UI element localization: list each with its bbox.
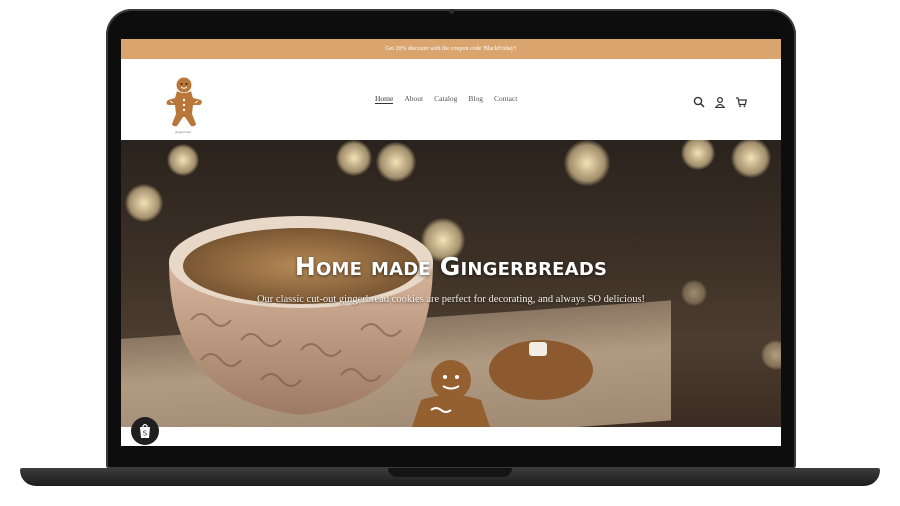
nav-about[interactable]: About — [404, 94, 423, 104]
hero-subtitle: Our classic cut-out gingerbread cookies … — [256, 294, 646, 305]
tea-cup-image — [169, 216, 433, 415]
announcement-text: Get 20% discount with the coupon code 'B… — [385, 46, 517, 52]
laptop-notch — [388, 468, 512, 477]
bokeh-light — [761, 340, 781, 370]
logo-caption: gingerbread — [175, 130, 192, 134]
bokeh-light — [681, 280, 707, 306]
hero-banner: Home made Gingerbreads Our classic cut-o… — [121, 140, 781, 427]
account-icon[interactable] — [714, 93, 726, 109]
svg-text:S: S — [143, 430, 148, 438]
bokeh-light — [564, 140, 610, 186]
page-continuation — [121, 427, 781, 446]
nav-contact[interactable]: Contact — [494, 94, 517, 104]
bokeh-light — [376, 142, 416, 182]
shopify-bag-icon[interactable]: S — [131, 417, 159, 445]
gingerbread-cookie-image — [412, 340, 593, 427]
bokeh-light — [731, 140, 771, 178]
bokeh-light — [167, 144, 199, 176]
nav-home[interactable]: Home — [375, 94, 394, 104]
site-header: gingerbread Home About Catalog Blog Cont… — [121, 59, 781, 140]
nav-blog[interactable]: Blog — [468, 94, 483, 104]
bokeh-light — [336, 140, 372, 176]
bokeh-light — [125, 184, 163, 222]
main-nav: Home About Catalog Blog Contact — [375, 94, 517, 104]
search-icon[interactable] — [693, 93, 705, 108]
nav-catalog[interactable]: Catalog — [434, 94, 457, 104]
announcement-bar: Get 20% discount with the coupon code 'B… — [121, 39, 781, 59]
hero-title: Home made Gingerbreads — [294, 252, 608, 281]
gingerbread-logo[interactable] — [165, 76, 203, 128]
bokeh-light — [681, 140, 715, 170]
cart-icon[interactable] — [735, 93, 747, 108]
header-icons — [693, 93, 747, 109]
browser-viewport: Get 20% discount with the coupon code 'B… — [121, 39, 781, 446]
webcam — [449, 9, 454, 14]
